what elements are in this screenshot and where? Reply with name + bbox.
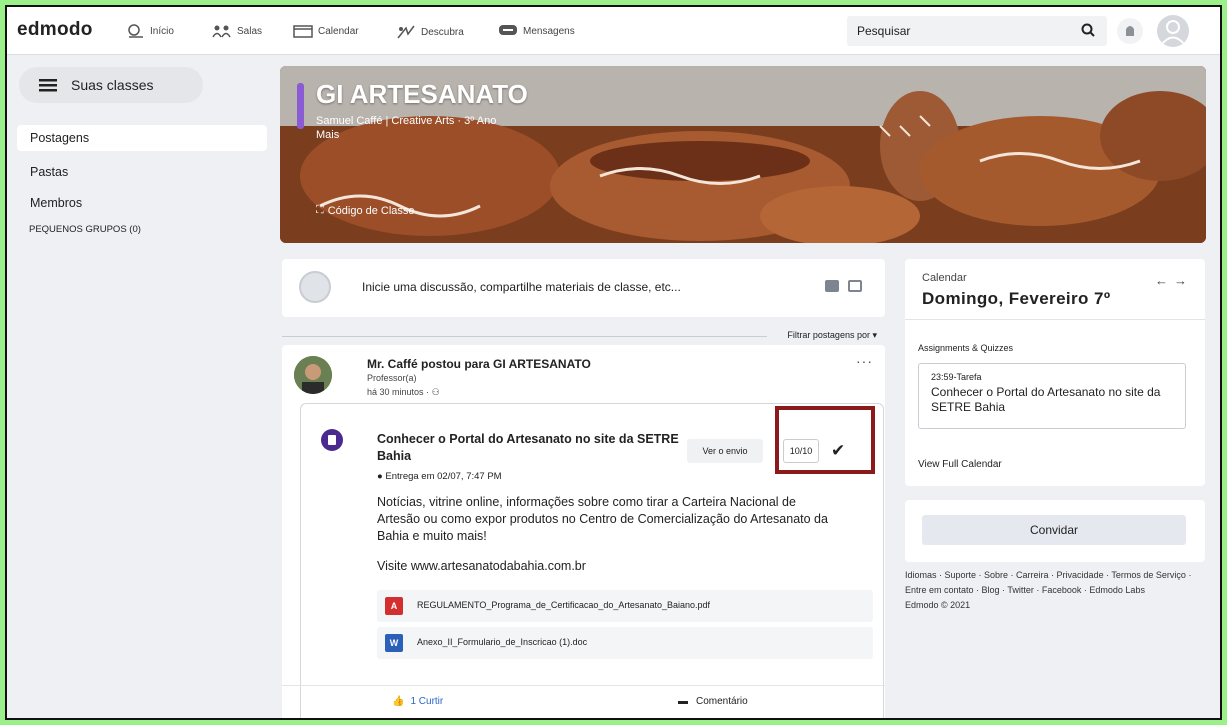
attachment-icon[interactable] [848,280,862,292]
filter-label: Filtrar postagens por [787,330,870,340]
divider [905,319,1205,320]
calendar-assignment-time: 23:59-Tarefa [931,372,982,382]
assignments-section-label: Assignments & Quizzes [918,343,1014,353]
assignment-visit-text: Visite www.artesanatodabahia.com.br [377,559,586,573]
groups-icon [212,25,231,38]
calendar-label: Calendar [922,272,967,284]
nav-home[interactable]: Início [127,24,174,38]
assignment-icon [321,429,343,451]
calendar-nav[interactable]: ←→ [1155,273,1193,288]
your-classes-label: Suas classes [71,77,154,93]
comment-icon: ▬ [678,696,688,707]
footer-links[interactable]: Idiomas · Suporte · Sobre · Carreira · P… [905,568,1205,598]
class-banner: GI ARTESANATO Samuel Caffé | Creative Ar… [280,66,1206,243]
assignment-card: Conhecer o Portal do Artesanato no site … [300,403,884,718]
attachment-name: Anexo_II_Formulario_de_Inscricao (1).doc [417,637,588,647]
search-bar[interactable]: Pesquisar [847,16,1107,46]
invite-button[interactable]: Convidar [922,515,1186,545]
small-groups-label[interactable]: PEQUENOS GRUPOS (0) [29,224,141,235]
copyright: Edmodo © 2021 [905,600,971,610]
due-date-label: Entrega em 02/07, 7:47 PM [385,471,502,482]
messages-icon [499,25,517,35]
edmodo-logo[interactable]: edmodo [17,19,93,41]
class-code-label: Código de Classe [327,204,415,217]
nav-classes[interactable]: Salas [212,24,262,38]
class-title: GI ARTESANATO [316,79,528,109]
discover-icon [397,25,415,39]
attachment-name: REGULAMENTO_Programa_de_Certificacao_do_… [417,600,710,610]
assignment-description: Notícias, vitrine online, informações so… [377,495,828,543]
nav-messages-label: Mensagens [523,25,575,37]
composer-prompt[interactable]: Inicie uma discussão, compartilhe materi… [362,280,681,294]
word-icon: W [385,634,403,652]
nav-discover-label: Descubra [421,26,464,38]
more-options-icon[interactable]: ··· [856,353,873,369]
your-classes-button[interactable]: Suas classes [19,67,203,103]
post-filter: Filtrar postagens por ▾ [282,329,885,343]
footer: Idiomas · Suporte · Sobre · Carreira · P… [905,568,1205,613]
calendar-assignment[interactable]: 23:59-Tarefa Conhecer o Portal do Artesa… [918,363,1186,429]
view-calendar-link[interactable]: View Full Calendar [918,459,1002,470]
author-role: Professor(a) [367,373,417,383]
thumbs-up-icon: 👍 [392,696,405,707]
app-window: edmodo Início Salas Calendar Descubra Me… [5,5,1222,720]
calendar-date: Domingo, Fevereiro 7º [922,289,1111,308]
notifications-icon[interactable] [1117,18,1143,44]
filter-posts-dropdown[interactable]: Filtrar postagens por ▾ [787,330,877,341]
view-submission-button[interactable]: Ver o envio [687,439,763,463]
search-icon[interactable] [1081,23,1095,37]
nav-calendar-label: Calendar [318,25,359,37]
nav-home-label: Início [150,25,174,37]
invite-card: Convidar [905,500,1205,562]
divider [282,336,767,337]
home-icon [128,24,143,38]
sidebar-item-members[interactable]: Membros [17,190,267,216]
like-label: 1 Curtir [410,696,444,707]
calendar-widget: Calendar Domingo, Fevereiro 7º ←→ Assign… [905,259,1205,486]
nav-calendar[interactable]: Calendar [293,24,359,38]
comment-button[interactable]: ▬ Comentário [678,696,748,707]
highlight-box [775,406,875,474]
nav-discover[interactable]: Descubra [396,24,464,40]
attachment-doc[interactable]: W Anexo_II_Formulario_de_Inscricao (1).d… [377,627,873,659]
post-author[interactable]: Mr. Caffé postou para GI ARTESANATO [367,357,591,371]
nav-classes-label: Salas [237,25,263,37]
class-more-link[interactable]: Mais [316,129,339,141]
post-actions: 👍 1 Curtir ▬ Comentário [282,685,885,717]
top-bar: edmodo Início Salas Calendar Descubra Me… [7,7,1220,55]
reply-row [292,717,875,718]
hamburger-icon [39,79,57,92]
class-subtitle: Samuel Caffé | Creative Arts · 3º Ano [316,115,497,127]
groups-icon: ⚇ [431,387,440,397]
class-color-bar [297,83,304,129]
post-time: há 30 minutos · ⚇ [367,387,440,398]
search-input[interactable]: Pesquisar [857,24,910,38]
user-avatar[interactable] [1157,15,1189,47]
sidebar-item-posts[interactable]: Postagens [17,125,267,151]
calendar-icon [293,25,313,38]
image-icon[interactable] [825,280,839,292]
assignment-title[interactable]: Conhecer o Portal do Artesanato no site … [377,431,707,465]
due-date: ● Entrega em 02/07, 7:47 PM [377,471,502,482]
post-time-label: há 30 minutos · [367,387,430,397]
pdf-icon: A [385,597,403,615]
composer-avatar [299,271,331,303]
post-composer[interactable]: Inicie uma discussão, compartilhe materi… [282,259,885,317]
nav-messages[interactable]: Mensagens [498,24,575,38]
code-icon: ⛶ [316,204,324,216]
attachment-pdf[interactable]: A REGULAMENTO_Programa_de_Certificacao_d… [377,590,873,622]
calendar-assignment-title: Conhecer o Portal do Artesanato no site … [931,385,1161,414]
like-button[interactable]: 👍 1 Curtir [392,696,443,707]
comment-label: Comentário [696,696,748,707]
post-card: Mr. Caffé postou para GI ARTESANATO Prof… [282,345,885,718]
class-code-link[interactable]: ⛶ Código de Classe [316,204,415,217]
sidebar-item-folders[interactable]: Pastas [17,159,267,185]
author-avatar[interactable] [294,356,332,394]
